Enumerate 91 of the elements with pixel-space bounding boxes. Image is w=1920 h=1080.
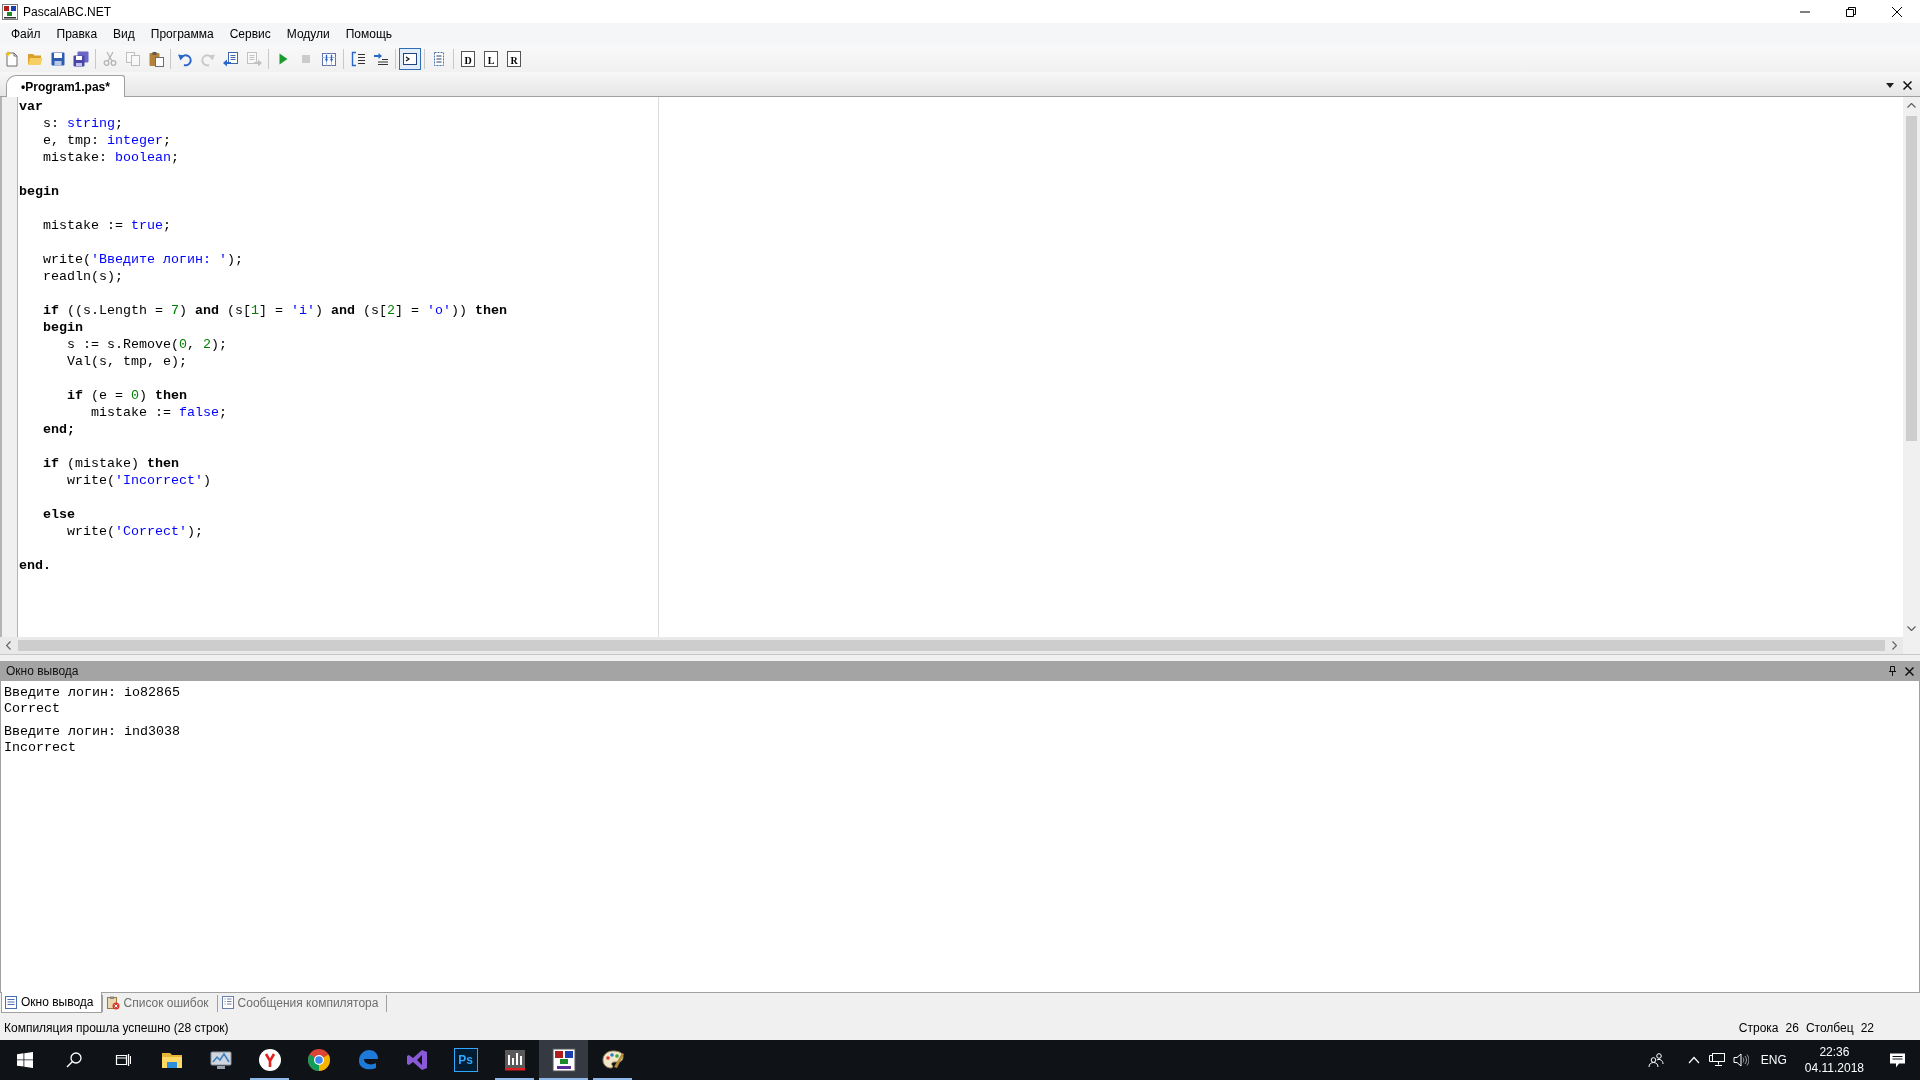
two-pages-icon bbox=[125, 50, 141, 67]
menu-item[interactable]: Программа bbox=[142, 24, 222, 44]
page-letter-button[interactable]: R bbox=[503, 47, 525, 70]
tile-logo-icon bbox=[551, 1048, 576, 1072]
code-line: begin bbox=[43, 319, 83, 336]
caret-down-icon bbox=[1886, 82, 1894, 88]
taskbar-app-button[interactable]: Ps bbox=[441, 1040, 490, 1080]
code-line: mistake: boolean; bbox=[43, 149, 179, 166]
panel-tab[interactable]: Список ошибок bbox=[102, 992, 217, 1013]
ribbon-logo-icon bbox=[404, 1048, 429, 1072]
restore-icon bbox=[1846, 6, 1856, 17]
code-line: else bbox=[43, 506, 75, 523]
output-line: Введите логин: io82865 bbox=[4, 685, 180, 701]
code-line: if ((s.Length = 7) and (s[1] = 'i') and (s[2] = 'o')) then bbox=[43, 302, 507, 319]
line-number: 26 bbox=[1785, 1019, 1799, 1037]
clipboard-error-icon bbox=[106, 995, 120, 1010]
close-icon bbox=[1904, 666, 1914, 676]
page-arrow-right-icon bbox=[246, 50, 262, 67]
menu-item[interactable]: Вид bbox=[105, 24, 143, 44]
clipboard-icon bbox=[148, 50, 164, 67]
language-button[interactable]: ENG bbox=[1752, 1040, 1795, 1080]
chevron-up-icon bbox=[1687, 1056, 1700, 1064]
column-label: Столбец bbox=[1805, 1019, 1854, 1037]
terminal-window-icon bbox=[402, 50, 418, 67]
wheel-logo-icon bbox=[306, 1048, 331, 1072]
menu-item[interactable]: Помощь bbox=[337, 24, 401, 44]
scrollbar-thumb[interactable] bbox=[18, 640, 1885, 651]
line-label: Строка bbox=[1738, 1019, 1779, 1037]
code-line: readln(s); bbox=[43, 268, 123, 285]
code-line: Val(s, tmp, e); bbox=[67, 353, 187, 370]
code-line: e, tmp: integer; bbox=[43, 132, 171, 149]
page-letter-button[interactable]: D bbox=[457, 47, 479, 70]
floppy-disks-icon bbox=[73, 50, 89, 67]
code-line: s: string; bbox=[43, 115, 123, 132]
arrow-up-icon bbox=[1907, 103, 1916, 108]
task-view-icon bbox=[114, 1052, 131, 1068]
panel-tab[interactable]: Окно вывода bbox=[1, 992, 102, 1013]
code-line: mistake := true; bbox=[43, 217, 171, 234]
code-line: write('Incorrect') bbox=[67, 472, 211, 489]
page-sparkle-icon bbox=[4, 50, 20, 67]
status-message: Компиляция прошла успешно (28 строк) bbox=[4, 1019, 229, 1037]
output-line: Correct bbox=[4, 701, 60, 717]
menu-item[interactable]: Файл bbox=[3, 24, 49, 44]
panel-title: Окно вывода bbox=[6, 663, 79, 680]
search-icon bbox=[65, 1052, 82, 1068]
page-arrow-left-icon bbox=[223, 50, 239, 67]
palette-icon bbox=[600, 1048, 625, 1072]
page-letter-button[interactable]: L bbox=[480, 47, 502, 70]
console-button[interactable] bbox=[399, 47, 421, 70]
output-line: Введите логин: ind3038 bbox=[4, 724, 180, 740]
scissors-icon bbox=[102, 50, 118, 67]
code-line: var bbox=[19, 98, 43, 115]
clock-button[interactable]: 22:36 04.11.2018 bbox=[1794, 1040, 1874, 1080]
grid-arrows-icon bbox=[321, 50, 337, 67]
window-title: PascalABC.NET bbox=[23, 3, 112, 21]
arrow-right-icon bbox=[1892, 641, 1897, 650]
arrow-down-icon bbox=[1907, 626, 1916, 631]
menu-item[interactable]: Модули bbox=[278, 24, 338, 44]
code-line: write('Correct'); bbox=[67, 523, 203, 540]
monitor-chart-icon bbox=[208, 1048, 233, 1072]
network-icon bbox=[1708, 1053, 1725, 1067]
menu-item[interactable]: Сервис bbox=[221, 24, 279, 44]
output-line: Incorrect bbox=[4, 740, 76, 756]
arrow-left-icon bbox=[6, 641, 11, 650]
taskbar-app-button[interactable] bbox=[539, 1040, 588, 1080]
code-line: begin bbox=[19, 183, 59, 200]
column-number: 22 bbox=[1860, 1019, 1874, 1037]
panel-tab[interactable]: Сообщения компилятора bbox=[217, 992, 387, 1013]
code-line: write('Введите логин: '); bbox=[43, 251, 243, 268]
disc-logo-icon bbox=[257, 1048, 282, 1072]
code-line: if (e = 0) then bbox=[67, 387, 187, 404]
dotted-page-icon bbox=[431, 50, 447, 67]
speaker-icon bbox=[1732, 1053, 1749, 1067]
code-line: end; bbox=[43, 421, 75, 438]
window-panes-icon bbox=[16, 1052, 33, 1068]
pin-icon bbox=[1888, 666, 1896, 676]
scrollbar-thumb[interactable] bbox=[1906, 116, 1917, 441]
close-icon bbox=[1892, 6, 1902, 17]
menu-item[interactable]: Правка bbox=[48, 24, 106, 44]
code-line: if (mistake) then bbox=[43, 455, 179, 472]
code-line: s := s.Remove(0, 2); bbox=[67, 336, 227, 353]
bracket-lines-icon bbox=[350, 50, 366, 67]
code-line: end. bbox=[19, 557, 51, 574]
page-lines-icon bbox=[5, 995, 17, 1009]
editor-tab[interactable]: •Program1.pas* bbox=[6, 75, 125, 97]
people-icon bbox=[1647, 1052, 1664, 1068]
close-icon bbox=[1902, 80, 1912, 90]
page-list-icon bbox=[221, 996, 234, 1009]
code-line: mistake := false; bbox=[90, 404, 227, 421]
bar-chart-icon bbox=[502, 1048, 527, 1072]
notification-icon bbox=[1888, 1051, 1906, 1069]
